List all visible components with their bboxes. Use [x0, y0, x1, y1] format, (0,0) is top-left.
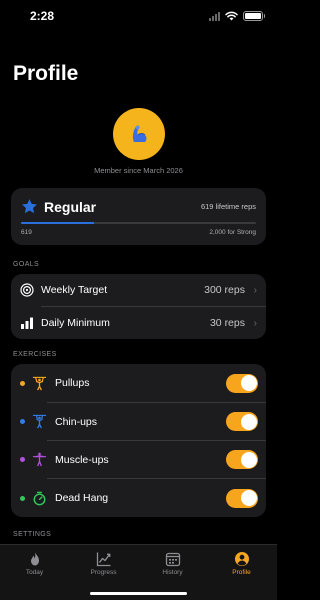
- chevron-right-icon: ›: [253, 317, 257, 329]
- person-circle-icon: [234, 552, 249, 566]
- exercise-label: Chin-ups: [55, 415, 98, 428]
- chevron-right-icon: ›: [253, 284, 257, 296]
- tab-profile[interactable]: Profile: [207, 551, 276, 576]
- goals-header: GOALS: [13, 261, 40, 268]
- muscleup-figure-icon: [32, 452, 47, 467]
- settings-header: SETTINGS: [13, 531, 52, 538]
- tab-today[interactable]: Today: [0, 551, 69, 576]
- goal-value: 300 reps: [204, 284, 245, 296]
- rank-name: Regular: [44, 199, 97, 215]
- page-title: Profile: [13, 62, 79, 85]
- exercise-toggle[interactable]: [226, 412, 258, 431]
- goal-label: Weekly Target: [41, 284, 108, 296]
- tab-history[interactable]: History: [138, 551, 207, 576]
- pullup-figure-icon: [32, 376, 47, 390]
- tab-label: Today: [25, 569, 44, 576]
- status-icons: [209, 11, 265, 21]
- rank-current-value: 619: [21, 229, 32, 236]
- tab-label: Progress: [90, 569, 117, 576]
- lifetime-reps: 619 lifetime reps: [200, 202, 256, 211]
- exercise-row-muscleups: Muscle-ups: [11, 441, 266, 478]
- tab-label: Profile: [232, 569, 251, 576]
- cellular-signal-icon: [209, 11, 220, 21]
- color-dot: [20, 419, 25, 424]
- battery-icon: [243, 11, 265, 21]
- tab-progress[interactable]: Progress: [69, 551, 138, 576]
- rank-progress-fill: [21, 222, 94, 224]
- goal-row-daily-minimum[interactable]: Daily Minimum 30 reps ›: [11, 307, 266, 339]
- wifi-icon: [225, 11, 238, 21]
- tab-bar: Today Progress History Profile: [0, 544, 277, 600]
- exercise-label: Muscle-ups: [55, 453, 109, 466]
- target-icon: [20, 283, 34, 297]
- rank-progress-track: [21, 222, 256, 224]
- color-dot: [20, 457, 25, 462]
- status-bar: 2:28: [0, 0, 277, 34]
- rank-card: Regular 619 lifetime reps 619 2,000 for …: [11, 188, 266, 245]
- flexed-biceps-icon: [132, 125, 147, 142]
- exercise-label: Pullups: [55, 377, 90, 389]
- member-since-text: Member since March 2026: [94, 166, 183, 175]
- calendar-icon: [165, 552, 180, 567]
- exercises-card: Pullups Chin-ups Muscle-ups Dead Hang: [11, 364, 266, 517]
- flame-icon: [30, 552, 39, 566]
- status-time: 2:28: [30, 9, 55, 23]
- avatar[interactable]: [113, 108, 165, 160]
- goal-label: Daily Minimum: [41, 317, 110, 329]
- chinup-figure-icon: [32, 414, 47, 429]
- exercise-toggle[interactable]: [226, 450, 258, 469]
- exercise-label: Dead Hang: [55, 492, 109, 504]
- timer-icon: [33, 491, 46, 505]
- goals-card: Weekly Target 300 reps › Daily Minimum 3…: [11, 274, 266, 339]
- exercise-toggle[interactable]: [226, 488, 258, 508]
- exercises-header: EXERCISES: [13, 351, 57, 358]
- exercise-row-dead-hang: Dead Hang: [11, 479, 266, 517]
- exercise-toggle[interactable]: [226, 373, 258, 393]
- color-dot: [20, 495, 25, 501]
- color-dot: [20, 380, 25, 386]
- goal-value: 30 reps: [209, 317, 245, 329]
- home-indicator: [90, 592, 187, 595]
- tab-label: History: [162, 569, 183, 576]
- rank-next-label: 2,000 for Strong: [209, 229, 256, 236]
- exercise-row-pullups: Pullups: [11, 364, 266, 402]
- star-icon: [22, 199, 37, 214]
- exercise-row-chinups: Chin-ups: [11, 403, 266, 440]
- goal-row-weekly-target[interactable]: Weekly Target 300 reps ›: [11, 274, 266, 306]
- bar-chart-icon: [21, 317, 33, 329]
- chart-line-icon: [96, 552, 110, 567]
